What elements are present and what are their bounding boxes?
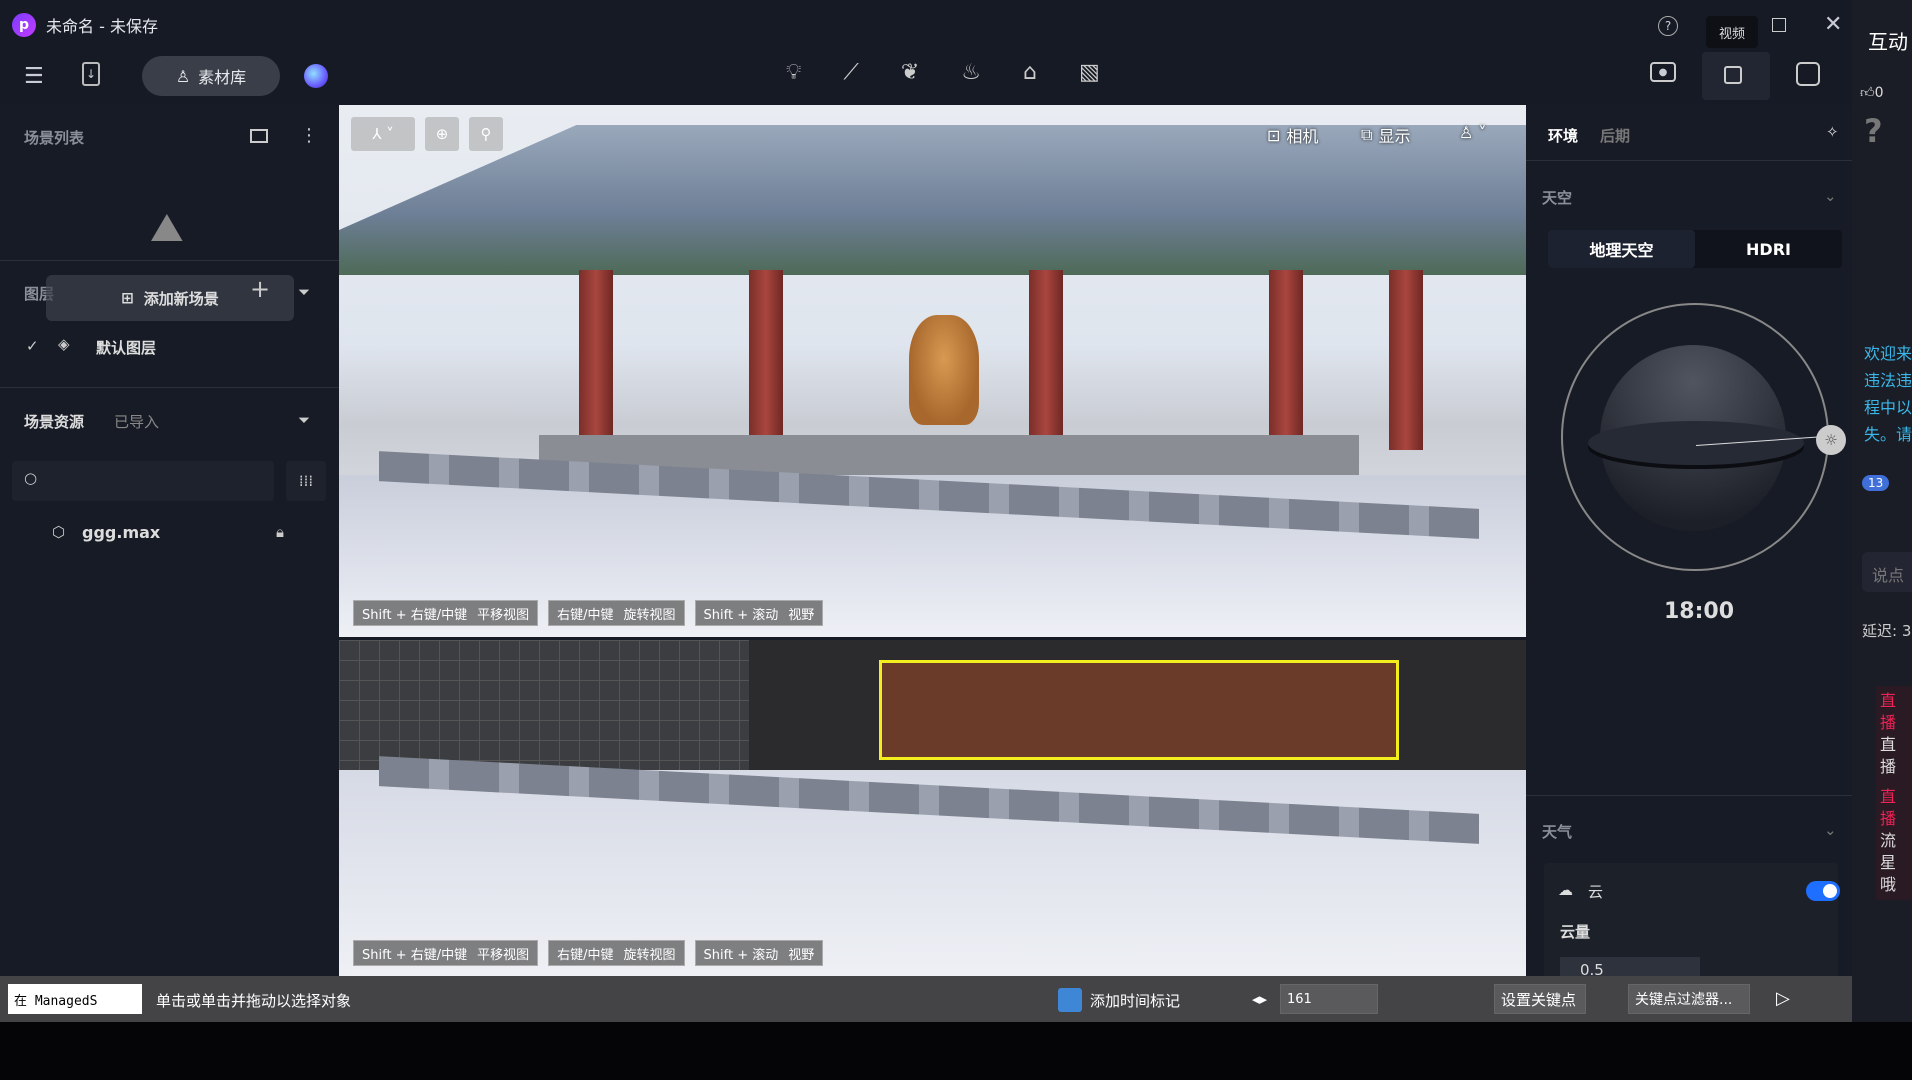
time-tag-icon[interactable] [1058,988,1082,1012]
person-dropdown[interactable]: ♙ ˅ [1459,123,1486,142]
cloud-label: 云 [1588,883,1604,901]
set-key-button[interactable]: 设置关键点 [1494,984,1586,1014]
tab-scene-assets[interactable]: 场景资源 [24,411,84,432]
camera-icon: ⊡ [1267,125,1281,145]
cloud-toggle[interactable] [1806,881,1840,901]
hint-fov: Shift + 滚动 视野 [694,940,824,966]
sky-title: 天空 [1542,189,1573,207]
weather-title: 天气 [1542,823,1573,841]
sun-handle-icon[interactable]: ☼ [1816,425,1846,455]
import-file-icon[interactable]: ↓ [82,62,100,86]
time-value: 18:00 [1664,599,1735,624]
leaf-icon[interactable]: ❦ [901,60,919,85]
maximize-button[interactable] [1772,18,1786,32]
camera-menu[interactable]: ⊡ 相机 [1267,123,1318,147]
key-filter-button[interactable]: 关键点过滤器... [1628,984,1750,1014]
tooltip: 视频 [1706,16,1758,48]
maxscript-listener[interactable]: 在 ManagedS [8,984,142,1014]
bulb-icon[interactable]: 💡︎ [786,60,801,85]
left-panel: 场景列表 ⋮ ⛰ 图层 ⊞ 添加新场景 + ⏷ ✓ ◈ 默认图层 场景资源 已导入… [0,105,339,976]
geo-sky-option[interactable]: 地理天空 [1548,230,1695,268]
globe-button[interactable]: ⊕ [425,117,459,151]
assistant-orb[interactable] [304,64,328,88]
add-scene-icon[interactable] [250,129,268,143]
display-menu[interactable]: ⧉ 显示 [1361,123,1410,147]
collapse-layers-icon[interactable]: ⏷ [298,283,310,301]
hint-pan: Shift + 右键/中键 平移视图 [353,940,539,966]
grid-view-button[interactable]: ⁞⁞⁞ [286,461,326,501]
help-icon[interactable]: ? [1658,16,1678,36]
asset-file[interactable]: ggg.max [82,523,160,542]
tab-environment[interactable]: 环境 [1548,125,1578,146]
hdri-option[interactable]: HDRI [1695,230,1842,268]
viewport-bottom[interactable]: Shift + 右键/中键 平移视图 右键/中键 旋转视图 Shift + 滚动 视野 [339,640,1526,976]
chat-input[interactable]: 说点 [1862,552,1912,592]
default-layer[interactable]: 默认图层 [96,337,156,358]
more-icon[interactable]: ⋮ [300,125,318,146]
hint-rotate: 右键/中键 旋转视图 [548,940,685,966]
library-button[interactable]: ♙ 素材库 [142,56,280,96]
empty-scene-icon: ⛰ [150,205,184,251]
add-layer-button[interactable]: + [250,275,270,303]
layer-icon: ◈ [58,335,70,353]
add-scene-icon: ⊞ [121,289,134,307]
fire-icon[interactable]: ♨ [961,60,981,85]
library-icon: ♙ [175,66,191,86]
collapse-assets-icon[interactable]: ⏷ [298,411,310,429]
menu-icon[interactable]: ☰ [24,64,44,89]
likes[interactable]: 👍︎0 [1860,84,1884,101]
hint-fov: Shift + 滚动 视野 [694,600,824,626]
sparkle-icon[interactable]: ✧ [1826,123,1839,141]
model-file-icon: ⬡ [52,523,66,541]
viewport-top[interactable]: ⅄ ˅ ⊕ ⚲ ⊡ 相机 ⧉ 显示 ♙ ˅ Shift + 右键/中键 平移视图 右键… [339,105,1526,637]
chevron-down-icon[interactable]: ⌄ [1824,821,1837,839]
person-icon: ♙ ˅ [1459,123,1487,142]
search-icon: ○ [24,469,38,487]
status-prompt: 单击或单击并拖动以选择对象 [156,992,352,1010]
video-icon [1724,66,1742,84]
pavilion-roof [339,125,1526,275]
hint-rotate: 右键/中键 旋转视图 [548,600,685,626]
tab-post[interactable]: 后期 [1600,125,1630,146]
tab-imported[interactable]: 已导入 [114,411,159,432]
hint-pan: Shift + 右键/中键 平移视图 [353,600,539,626]
cube-icon: ⧉ [1361,125,1373,144]
scene-list-title: 场景列表 [24,129,85,147]
question-icon: ? [1864,112,1883,150]
add-time-tag[interactable]: 添加时间标记 [1090,990,1180,1011]
check-icon[interactable]: ✓ [26,337,39,355]
dog-model [909,315,979,425]
app-logo-icon: p [12,13,36,37]
camera-icon[interactable]: ● [1650,62,1676,82]
fan-badge: 13 [1862,475,1890,491]
frame-arrows-icon[interactable]: ◂▸ [1252,990,1267,1008]
inbox-icon[interactable] [1796,62,1820,86]
lock-icon[interactable]: 🔒︎ [276,523,284,541]
play-icon[interactable]: ▷ [1776,988,1790,1009]
path-icon[interactable]: ⟋ [843,60,858,85]
window-title: 未命名 - 未保存 [46,17,158,36]
video-button[interactable] [1702,52,1770,100]
title-bar: p 未命名 - 未保存 [0,0,1852,50]
sky-mode-segmented: 地理天空 HDRI [1548,230,1842,268]
cloud-icon: ☁ [1558,881,1573,899]
asset-search-input[interactable]: ○ [12,461,274,501]
frame-input[interactable]: 161 [1280,984,1378,1014]
live-chat-strip: 互动 👍︎0 ? 欢迎来 违法违 程中以 失。请 13 说点 延迟: 3 直播 直播 直… [1852,0,1912,1022]
brush-button[interactable]: ⚲ [469,117,503,151]
axis-dropdown[interactable]: ⅄ ˅ [351,117,415,151]
strip-title: 互动 [1868,30,1908,54]
close-button[interactable]: ✕ [1824,12,1842,37]
hatch-icon[interactable]: ▧ [1079,60,1100,85]
transform-icon[interactable]: ⌂ [1023,60,1037,85]
delay-text: 延迟: 3 [1862,622,1912,640]
cloud-amount-label: 云量 [1560,923,1591,941]
chevron-down-icon[interactable]: ⌄ [1824,187,1837,205]
status-bar: 在 ManagedS 单击或单击并拖动以选择对象 添加时间标记 ◂▸ 161 设… [0,976,1852,1022]
